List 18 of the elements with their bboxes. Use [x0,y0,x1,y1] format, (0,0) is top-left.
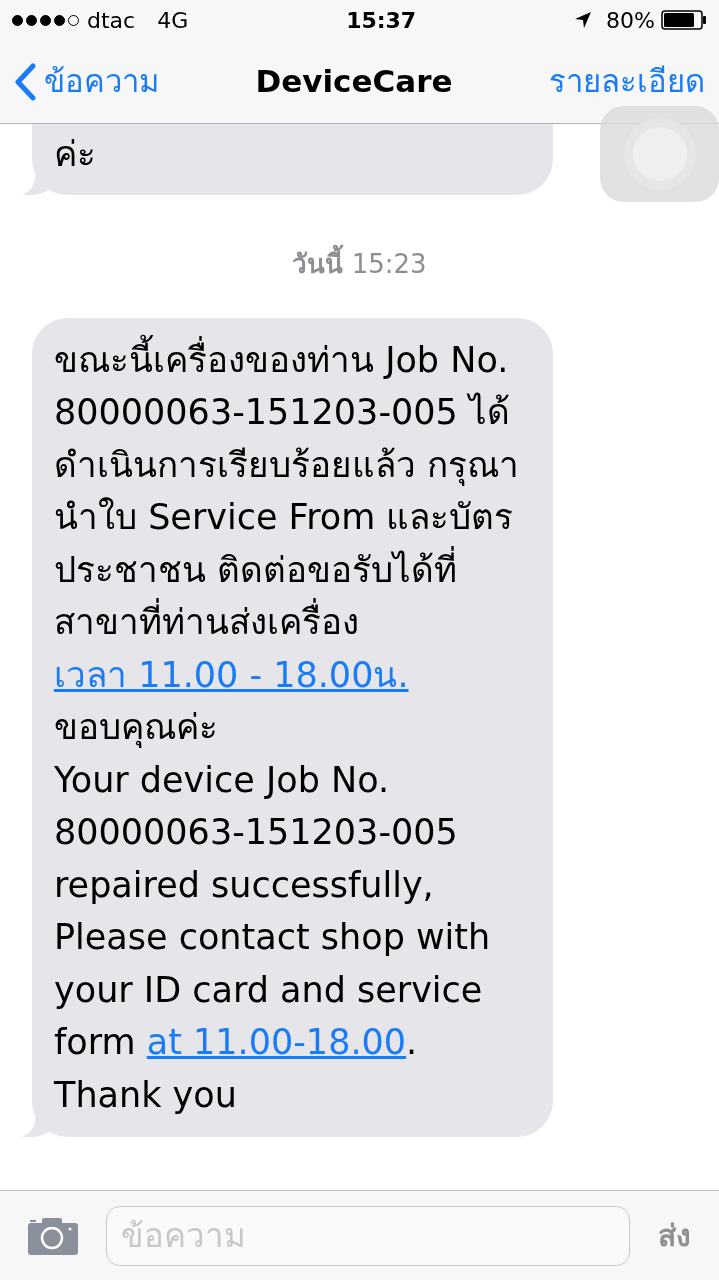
chevron-left-icon [14,62,36,101]
network-type: 4G [157,6,189,35]
carrier-name: dtac [87,6,136,35]
send-button[interactable]: ส่ง [658,1213,691,1258]
message-text: Your device Job No. 80000063-151203-005 repaired successfully, Please contact shop with your ID card and service form at 11.00-18.00. Thank you [54,758,492,1117]
battery-percent: 80% [606,6,655,35]
details-button[interactable]: รายละเอียด [549,58,705,105]
location-arrow-icon [574,11,593,29]
conversation-title: DeviceCare [255,62,453,102]
status-time: 15:37 [346,6,417,35]
time-link[interactable]: เวลา 11.00 - 18.00น. [54,654,409,695]
back-button[interactable]: ข้อความ [14,58,159,105]
message-timestamp: วันนี้ 15:23 [292,244,427,284]
message-text: ขณะนี้เครื่องของท่าน Job No. 80000063-151203-005 ได้ดำเนินการเรียบร้อยแล้ว กรุณานำใบ Service From และบัตรประชาชน ติดต่อขอรับได้ที่สาขาที่ท่านส่งเครื่อง เวลา 11.00 - 18.00น. ขอบคุณค่ะ [54,333,531,754]
message-text: ค่ะ [54,133,97,176]
time-link[interactable]: at 11.00-18.00 [146,1022,407,1062]
camera-icon[interactable] [28,1216,78,1255]
battery-icon [661,10,707,30]
